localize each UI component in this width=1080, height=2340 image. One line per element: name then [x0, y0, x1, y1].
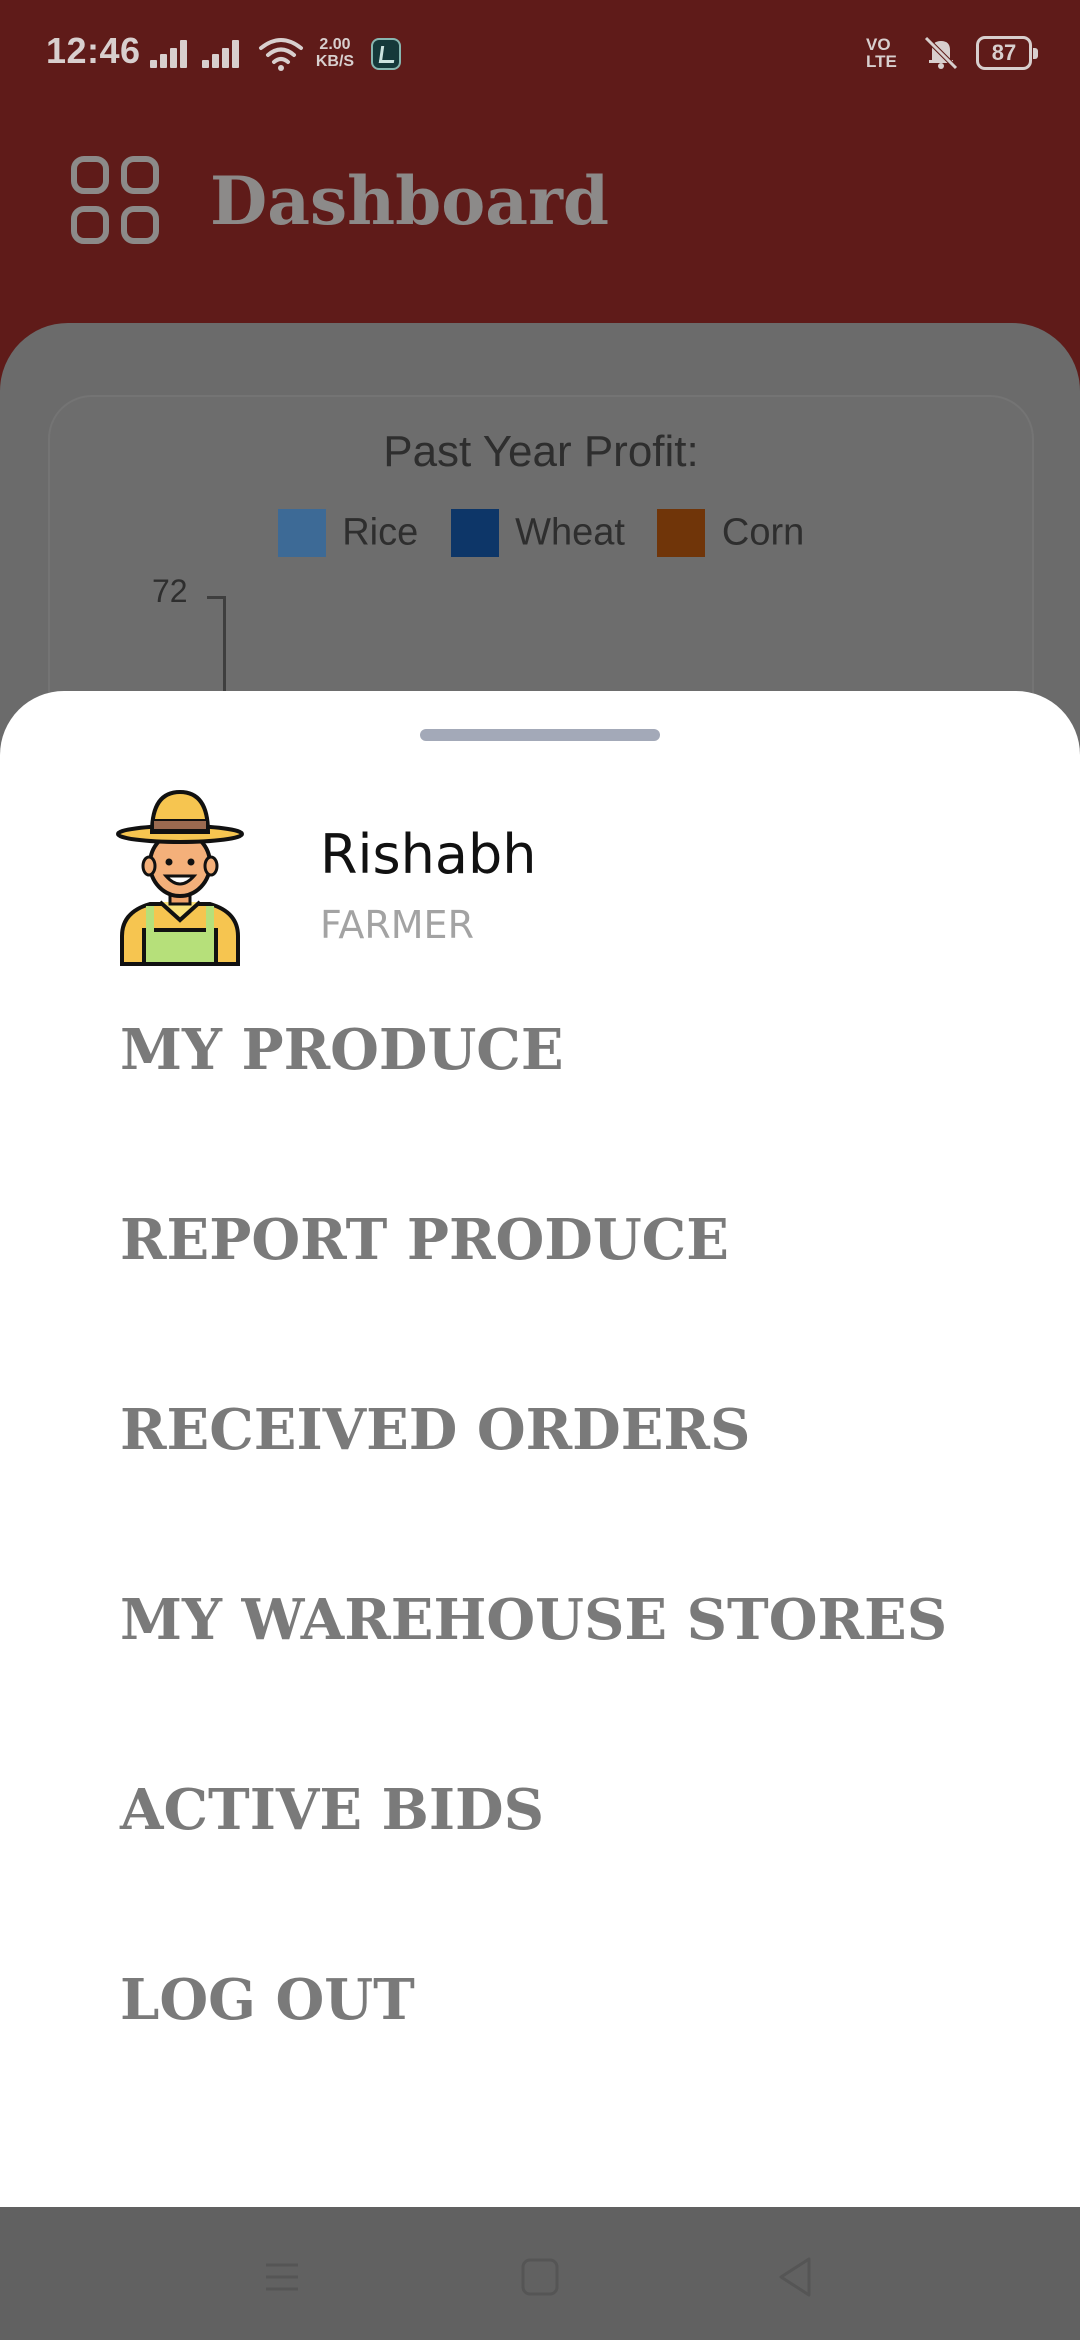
- legend-item-rice: Rice: [277, 509, 419, 557]
- legend-item-wheat: Wheat: [450, 509, 625, 557]
- menu-item-log-out[interactable]: LOG OUT: [120, 1955, 980, 2045]
- signal-icon: [150, 36, 194, 68]
- wifi-icon: [259, 38, 303, 71]
- chart-title: Past Year Profit:: [383, 427, 699, 476]
- farmer-avatar: [116, 789, 244, 966]
- speed-unit: KB/S: [315, 53, 355, 70]
- menu-item-my-produce[interactable]: MY PRODUCE: [120, 1005, 980, 1095]
- page-title: Dashboard: [210, 162, 609, 240]
- volte-top: VO: [866, 35, 891, 54]
- legend-item-corn: Corn: [657, 509, 804, 557]
- speed-value: 2.00: [319, 36, 351, 53]
- app-notification-icon: [371, 38, 401, 70]
- back-icon[interactable]: [766, 2247, 826, 2307]
- status-time: 12:46: [46, 30, 141, 71]
- status-bar: 12:46 2.00 KB/S VO LTE 87: [0, 0, 1080, 110]
- user-name: Rishabh: [320, 823, 537, 886]
- legend-swatch-rice: [277, 509, 326, 557]
- vibrate-off-icon: [924, 36, 958, 70]
- signal-icon: [202, 36, 246, 68]
- chart-legend: Rice Wheat Corn: [50, 509, 1032, 557]
- y-tick-label: 72: [152, 573, 188, 609]
- legend-swatch-corn: [657, 509, 706, 557]
- legend-label-corn: Corn: [721, 511, 805, 554]
- system-navigation-bar: [0, 2207, 1080, 2340]
- grid-icon[interactable]: [71, 156, 163, 248]
- network-speed: 2.00 KB/S: [312, 36, 358, 70]
- app-header: Dashboard: [0, 110, 1080, 330]
- menu-item-my-warehouse-stores[interactable]: MY WAREHOUSE STORES: [120, 1575, 980, 1665]
- menu-item-received-orders[interactable]: RECEIVED ORDERS: [120, 1385, 980, 1475]
- user-role: FARMER: [320, 903, 474, 947]
- menu-item-active-bids[interactable]: ACTIVE BIDS: [120, 1765, 980, 1855]
- home-icon[interactable]: [510, 2247, 570, 2307]
- legend-swatch-wheat: [450, 509, 499, 557]
- volte-indicator: VO LTE: [866, 36, 914, 70]
- legend-label-rice: Rice: [342, 511, 419, 554]
- menu-icon[interactable]: [252, 2247, 312, 2307]
- navigation-bottom-sheet: Rishabh FARMER MY PRODUCE REPORT PRODUCE…: [0, 691, 1080, 2207]
- menu-item-report-produce[interactable]: REPORT PRODUCE: [120, 1195, 980, 1285]
- sheet-drag-handle[interactable]: [420, 729, 660, 741]
- legend-label-wheat: Wheat: [515, 511, 625, 554]
- volte-bottom: LTE: [866, 52, 897, 71]
- battery-indicator: 87: [976, 36, 1038, 70]
